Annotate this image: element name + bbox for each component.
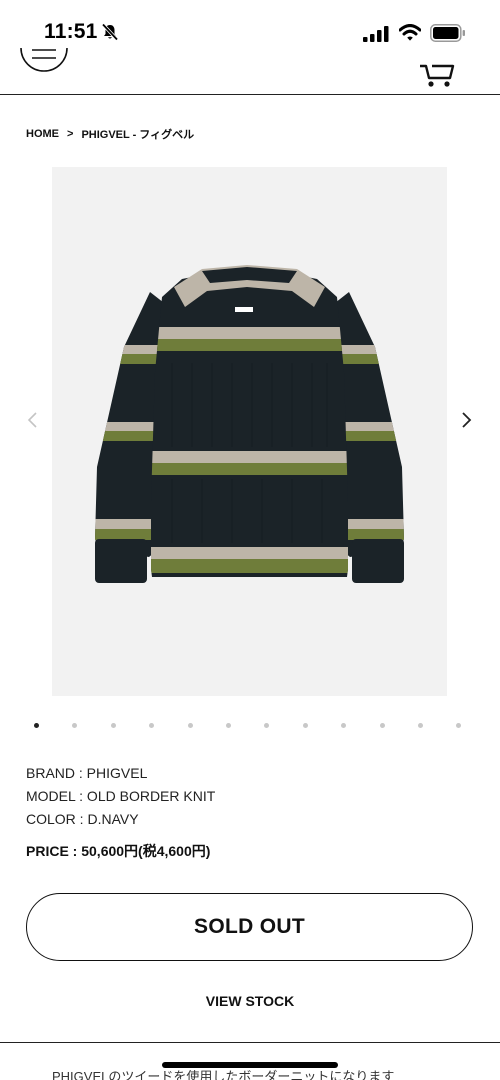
gallery-pagination	[34, 721, 468, 731]
gallery-dot[interactable]	[456, 723, 462, 728]
gallery-dot[interactable]	[341, 723, 347, 728]
breadcrumb-current-link[interactable]: PHIGVEL - フィグベル	[81, 126, 194, 142]
chevron-left-icon[interactable]	[25, 410, 41, 430]
view-stock-link[interactable]: VIEW STOCK	[0, 993, 500, 1009]
gallery-dot[interactable]	[226, 723, 231, 728]
bell-slash-icon	[101, 23, 119, 41]
breadcrumb: HOME > PHIGVEL - フィグベル	[26, 126, 194, 142]
chevron-right-icon[interactable]	[458, 410, 474, 430]
gallery-dot[interactable]	[72, 723, 78, 728]
breadcrumb-home-link[interactable]: HOME	[26, 128, 59, 140]
gallery-dot[interactable]	[110, 723, 116, 728]
gallery-dot[interactable]	[264, 723, 270, 728]
breadcrumb-separator: >	[67, 128, 74, 140]
gallery-dot[interactable]	[187, 723, 193, 728]
gallery-dot[interactable]	[418, 723, 423, 728]
battery-icon	[430, 24, 465, 42]
product-model: MODEL : OLD BORDER KNIT	[26, 788, 216, 804]
product-color: COLOR : D.NAVY	[26, 811, 139, 827]
product-image-gallery[interactable]	[52, 167, 447, 696]
product-details: BRAND : PHIGVEL MODEL : OLD BORDER KNIT …	[26, 763, 215, 832]
hamburger-menu-icon[interactable]	[18, 42, 70, 86]
status-time: 11:51	[44, 20, 98, 43]
gallery-dot[interactable]	[34, 723, 39, 728]
product-image	[95, 265, 404, 583]
product-description: PHIGVELのツイードを使用したボーダーニットになります	[52, 1069, 395, 1080]
gallery-dot[interactable]	[302, 723, 308, 728]
gallery-dot[interactable]	[379, 723, 385, 728]
home-indicator	[162, 1062, 338, 1068]
status-bar: 11:51	[0, 0, 500, 54]
wifi-icon	[399, 24, 421, 41]
product-price: PRICE : 50,600円(税4,600円)	[26, 843, 211, 859]
section-divider	[0, 1042, 500, 1043]
cart-icon[interactable]	[418, 58, 456, 88]
product-brand: BRAND : PHIGVEL	[26, 765, 148, 781]
sold-out-button[interactable]: SOLD OUT	[26, 893, 473, 961]
gallery-dot[interactable]	[149, 723, 155, 728]
site-header	[0, 47, 500, 95]
cellular-signal-icon	[363, 26, 389, 42]
